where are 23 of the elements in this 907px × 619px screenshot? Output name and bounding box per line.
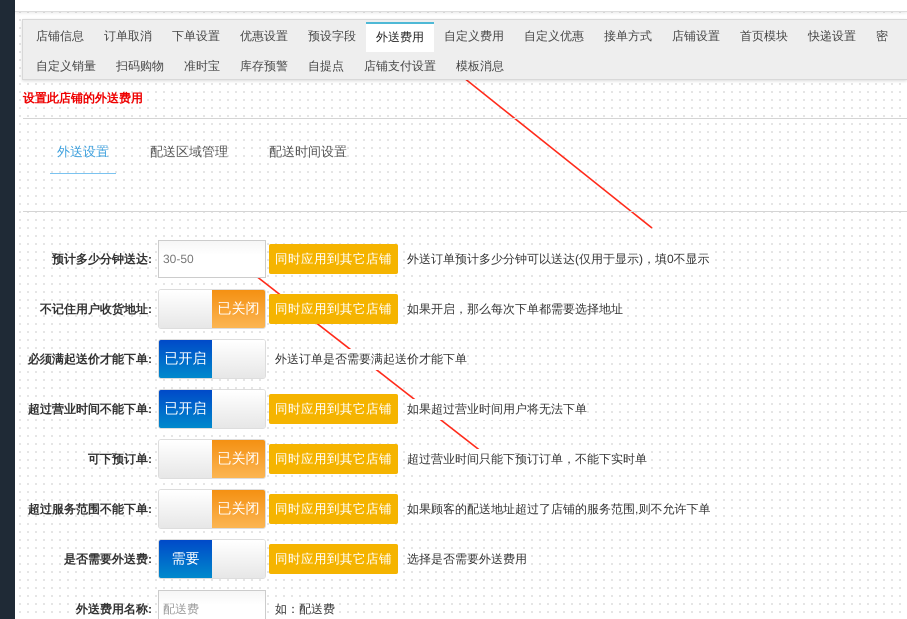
field-label: 超过服务范围不能下单:: [27, 500, 152, 518]
field-label: 是否需要外送费:: [63, 550, 152, 568]
help-text: 超过营业时间只能下预订订单，不能下实时单: [407, 448, 647, 470]
field-label: 不记住用户收货地址:: [38, 300, 152, 318]
input-field[interactable]: 30-50: [158, 240, 266, 278]
toggle-switch[interactable]: 已开启: [158, 389, 266, 429]
help-text: 如果超过营业时间用户将无法下单: [407, 398, 587, 420]
input-field[interactable]: 配送费: [158, 590, 266, 619]
help-text: 如果顾客的配送地址超过了店铺的服务范围,则不允许下单: [407, 498, 710, 520]
sub-tab[interactable]: 配送区域管理: [143, 139, 235, 174]
settings-tab[interactable]: 外送费用: [366, 22, 434, 52]
field-label: 必须满起送价才能下单:: [26, 350, 152, 368]
notice-text: 设置此店铺的外送费用: [23, 90, 144, 107]
help-text: 如果开启，那么每次下单都需要选择地址: [407, 298, 623, 320]
help-text: 外送订单是否需要满起送价才能下单: [275, 348, 467, 370]
help-text: 外送订单预计多少分钟可以送达(仅用于显示)，填0不显示: [407, 248, 710, 270]
toggle-switch[interactable]: 需要: [158, 539, 266, 579]
field-label: 外送费用名称:: [74, 600, 152, 618]
sub-tab[interactable]: 配送时间设置: [262, 139, 354, 174]
field-label: 可下预订单:: [87, 450, 152, 468]
toggle-switch[interactable]: 已开启: [158, 339, 266, 379]
field-label: 超过营业时间不能下单:: [27, 400, 152, 418]
field-label: 预计多少分钟送达:: [50, 250, 152, 268]
